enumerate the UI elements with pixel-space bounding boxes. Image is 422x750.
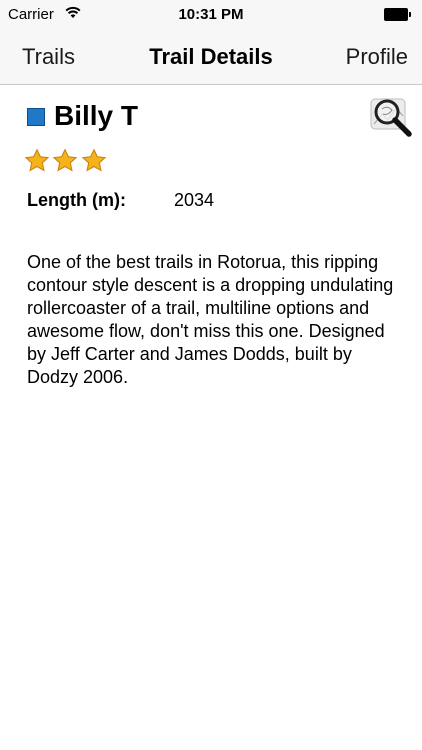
trail-name: Billy T bbox=[54, 100, 139, 131]
trail-grade-color-square bbox=[27, 108, 45, 126]
star-icon bbox=[53, 148, 78, 172]
navigation-bar: Trails Trail Details Profile bbox=[0, 30, 422, 85]
trail-description: One of the best trails in Rotorua, this … bbox=[27, 252, 394, 387]
status-time: 10:31 PM bbox=[178, 6, 244, 23]
battery-icon bbox=[384, 8, 412, 21]
profile-button[interactable]: Profile bbox=[346, 44, 408, 70]
star-icon bbox=[81, 148, 107, 172]
trail-rating bbox=[24, 148, 107, 174]
length-label: Length (m): bbox=[27, 190, 126, 210]
length-value: 2034 bbox=[174, 190, 215, 210]
map-magnifier-icon[interactable] bbox=[368, 94, 414, 140]
star-icon bbox=[24, 148, 50, 172]
status-bar: Carrier 10:31 PM bbox=[0, 0, 422, 30]
